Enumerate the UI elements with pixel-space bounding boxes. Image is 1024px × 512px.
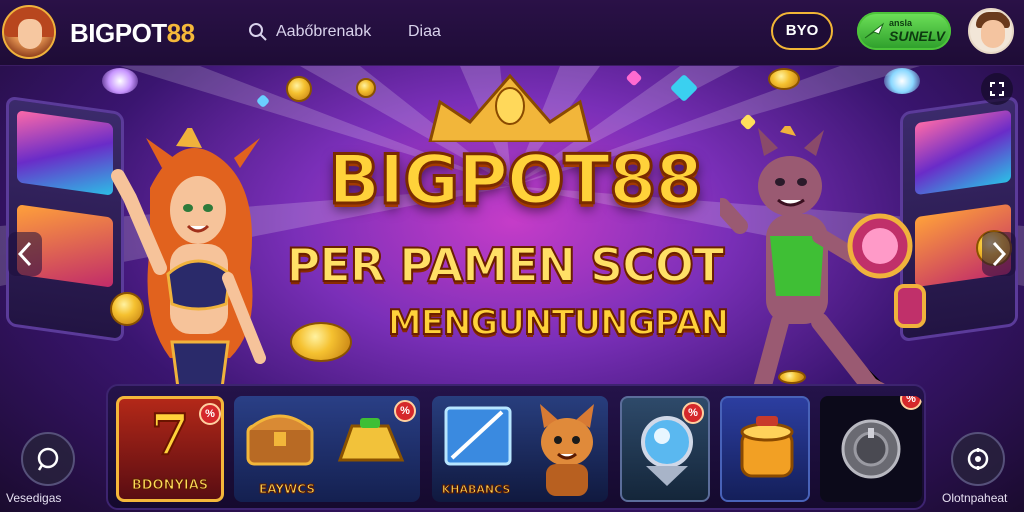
chat-label: Vesedigas: [6, 491, 62, 505]
top-header: BIGPOT88 Aabőbrenabk Diaa BYO ansla SUNE…: [0, 0, 1024, 66]
hero-prev-button[interactable]: [8, 232, 42, 276]
user-avatar-face: [981, 20, 1005, 48]
cowbell-icon: [337, 418, 405, 462]
nav-link[interactable]: Diaa: [408, 20, 441, 44]
spotlight-left: [102, 68, 138, 94]
hero-title: BIGPOT88: [327, 140, 705, 222]
game-tile-1-badge: %: [199, 403, 221, 425]
coin: [110, 292, 144, 326]
treasure-chest-icon: [246, 414, 314, 466]
hero-subtitle-line2: MENGUNTUNGPAN: [387, 302, 730, 344]
support-icon: [967, 448, 989, 470]
game-tile-6-badge: %: [900, 396, 922, 410]
game-tile-3-label: KHABANCS: [441, 483, 511, 497]
golden-pot-icon: [740, 416, 794, 478]
arrow-icon: [864, 22, 885, 39]
brand-logo[interactable]: BIGPOT88: [70, 17, 195, 49]
game-tile-1-label: BDONYIAS: [131, 478, 209, 494]
game-tile-2-badge: %: [394, 400, 416, 422]
fox-character-icon: [540, 404, 594, 496]
green-button-small-text: ansla: [889, 18, 913, 28]
pill-button[interactable]: BYO: [771, 12, 833, 50]
green-cta-button[interactable]: ansla SUNELV: [857, 12, 951, 50]
coin: [356, 78, 376, 98]
nav-search-label: Aabőbrenabk: [276, 23, 372, 40]
brand-text: BIGPOT: [70, 18, 167, 48]
search-icon: [249, 23, 267, 41]
hero-subtitle-line1: PER PAMEN SCOT: [286, 237, 726, 293]
game-tile-5[interactable]: [720, 396, 810, 502]
crystal-icon: [444, 406, 512, 466]
chat-icon: [37, 447, 59, 471]
logo-avatar[interactable]: [2, 5, 56, 59]
game-tile-2-label: EAYWCS: [259, 482, 316, 497]
game-tile-4-badge: %: [682, 402, 704, 424]
user-avatar[interactable]: [968, 8, 1014, 54]
chat-button[interactable]: [21, 432, 75, 486]
coin: [768, 68, 800, 90]
coin: [290, 322, 352, 362]
support-button[interactable]: [951, 432, 1005, 486]
chevron-right-icon: [992, 241, 1007, 267]
coin: [286, 76, 312, 102]
brand-number: 88: [166, 18, 195, 48]
machine-screen: [17, 110, 113, 196]
game-tile-2[interactable]: EAYWCS %: [234, 396, 420, 502]
hero-expand-button[interactable]: [981, 73, 1013, 105]
game-tile-1[interactable]: 7 BDONYIAS %: [116, 396, 224, 502]
green-button-main-text: SUNELV: [889, 28, 946, 44]
game-tile-3[interactable]: KHABANCS: [432, 396, 608, 502]
games-strip: 7 BDONYIAS % EAYWCS % KHABANCS % %: [106, 384, 926, 510]
chevron-left-icon: [17, 241, 32, 267]
slot-machine-left: [6, 95, 124, 343]
expand-icon: [990, 82, 1004, 96]
support-label: Olotnpaheat: [942, 491, 1008, 505]
hero-next-button[interactable]: [982, 232, 1016, 276]
character-right: [720, 126, 926, 415]
avatar-face: [18, 19, 42, 49]
game-tile-6[interactable]: %: [820, 396, 922, 502]
nav-search[interactable]: Aabőbrenabk: [248, 20, 371, 44]
dial-icon: [841, 419, 901, 479]
game-tile-4[interactable]: %: [620, 396, 710, 502]
spotlight-right: [884, 68, 920, 94]
coin: [778, 370, 806, 384]
